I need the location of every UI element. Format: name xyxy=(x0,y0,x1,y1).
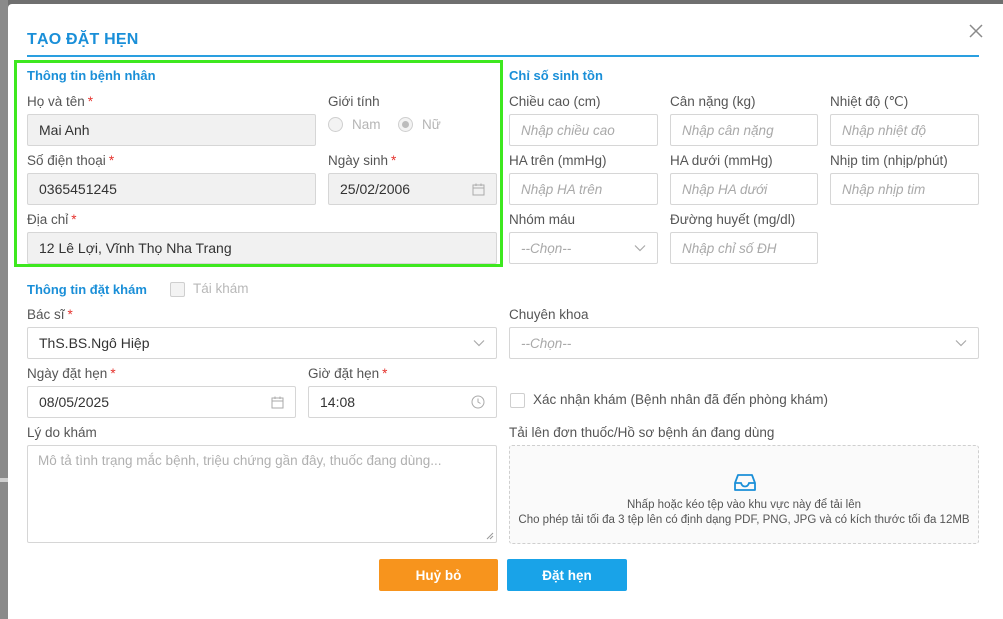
modal-title: TẠO ĐẶT HẸN xyxy=(27,31,139,48)
glucose-label: Đường huyết (mg/dl) xyxy=(670,212,796,227)
blood-type-select[interactable]: --Chọn-- xyxy=(509,232,658,264)
create-appointment-modal: TẠO ĐẶT HẸN Thông tin bệnh nhân Họ và tê… xyxy=(8,4,1003,619)
title-divider xyxy=(27,55,979,57)
close-icon[interactable] xyxy=(967,22,985,40)
chevron-down-icon xyxy=(473,340,485,347)
resize-handle-icon[interactable] xyxy=(486,532,494,540)
reason-placeholder: Mô tả tình trạng mắc bệnh, triệu chứng g… xyxy=(38,453,442,468)
dob-field[interactable]: 25/02/2006 xyxy=(328,173,497,205)
weight-input[interactable]: Nhập cân nặng xyxy=(670,114,818,146)
background-page-edge xyxy=(0,0,8,619)
phone-field[interactable]: 0365451245 xyxy=(27,173,316,205)
calendar-icon xyxy=(472,183,485,195)
chevron-down-icon xyxy=(955,340,967,347)
specialty-label: Chuyên khoa xyxy=(509,307,589,322)
booking-section-title: Thông tin đặt khám xyxy=(27,282,147,297)
inbox-icon xyxy=(734,474,756,491)
upload-dropzone[interactable]: Nhấp hoặc kéo tệp vào khu vực này để tải… xyxy=(509,445,979,544)
time-field[interactable]: 14:08 xyxy=(308,386,497,418)
height-input[interactable]: Nhập chiều cao xyxy=(509,114,658,146)
chevron-down-icon xyxy=(634,245,646,252)
doctor-label: Bác sĩ * xyxy=(27,307,73,322)
bp-low-input[interactable]: Nhập HA dưới xyxy=(670,173,818,205)
address-label: Địa chỉ * xyxy=(27,212,77,227)
weight-label: Cân nặng (kg) xyxy=(670,94,756,109)
cancel-button[interactable]: Huỷ bỏ xyxy=(379,559,498,591)
reason-label: Lý do khám xyxy=(27,425,97,440)
bp-high-input[interactable]: Nhập HA trên xyxy=(509,173,658,205)
upload-limits: Cho phép tải tối đa 3 tệp lên có định dạ… xyxy=(518,514,970,526)
confirm-visit-label: Xác nhận khám (Bệnh nhân đã đến phòng kh… xyxy=(533,392,828,407)
bp-high-label: HA trên (mmHg) xyxy=(509,153,607,168)
pulse-label: Nhịp tim (nhịp/phút) xyxy=(830,153,948,168)
vitals-section-title: Chỉ số sinh tồn xyxy=(509,68,603,83)
gender-label: Giới tính xyxy=(328,94,380,109)
revisit-checkbox[interactable] xyxy=(170,282,185,297)
upload-label: Tải lên đơn thuốc/Hồ sơ bệnh án đang dùn… xyxy=(509,425,775,440)
specialty-select[interactable]: --Chọn-- xyxy=(509,327,979,359)
upload-hint: Nhấp hoặc kéo tệp vào khu vực này để tải… xyxy=(626,499,861,511)
phone-label: Số điện thoại * xyxy=(27,153,115,168)
reason-textarea[interactable]: Mô tả tình trạng mắc bệnh, triệu chứng g… xyxy=(27,445,497,543)
bp-low-label: HA dưới (mmHg) xyxy=(670,153,773,168)
time-label: Giờ đặt hẹn * xyxy=(308,366,388,381)
doctor-select[interactable]: ThS.BS.Ngô Hiệp xyxy=(27,327,497,359)
clock-icon xyxy=(471,395,485,409)
temperature-input[interactable]: Nhập nhiệt độ xyxy=(830,114,979,146)
submit-appointment-button[interactable]: Đặt hẹn xyxy=(507,559,627,591)
temperature-label: Nhiệt độ (℃) xyxy=(830,94,909,109)
calendar-icon xyxy=(271,396,284,408)
patient-section-title: Thông tin bệnh nhân xyxy=(27,68,156,83)
blood-type-label: Nhóm máu xyxy=(509,212,576,227)
date-field[interactable]: 08/05/2025 xyxy=(27,386,296,418)
dob-label: Ngày sinh * xyxy=(328,153,397,168)
gender-female-radio[interactable]: Nữ xyxy=(398,117,441,132)
address-field[interactable]: 12 Lê Lợi, Vĩnh Thọ Nha Trang xyxy=(27,232,497,264)
pulse-input[interactable]: Nhập nhịp tim xyxy=(830,173,979,205)
height-label: Chiều cao (cm) xyxy=(509,94,601,109)
confirm-visit-checkbox[interactable] xyxy=(510,393,525,408)
date-label: Ngày đặt hẹn * xyxy=(27,366,116,381)
name-label: Họ và tên * xyxy=(27,94,94,109)
gender-male-radio[interactable]: Nam xyxy=(328,117,381,132)
glucose-input[interactable]: Nhập chỉ số ĐH xyxy=(670,232,818,264)
revisit-label: Tái khám xyxy=(193,281,249,296)
name-field[interactable]: Mai Anh xyxy=(27,114,316,146)
